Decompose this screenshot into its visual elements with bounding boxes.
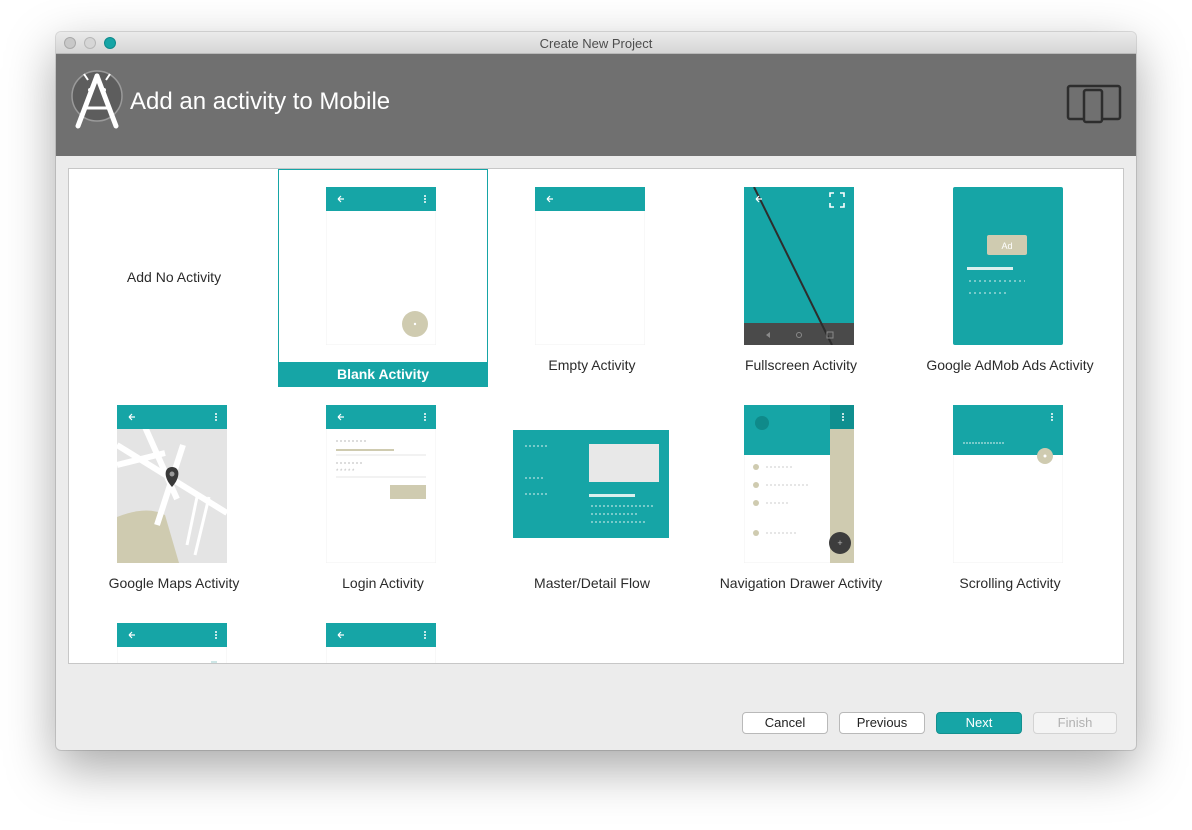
finish-button[interactable]: Finish bbox=[1033, 712, 1117, 734]
svg-text:* * * * *: * * * * * bbox=[336, 469, 355, 475]
tile-scrolling-activity[interactable]: Scrolling Activity bbox=[905, 387, 1115, 605]
tile-label: Fullscreen Activity bbox=[744, 357, 858, 373]
tile-login-activity[interactable]: * * * * * Login Activity bbox=[278, 387, 488, 605]
page-title: Add an activity to Mobile bbox=[130, 88, 391, 115]
previous-button[interactable]: Previous bbox=[839, 712, 925, 734]
tile-google-maps-activity[interactable]: Google Maps Activity bbox=[69, 387, 279, 605]
tile-partial-row3-col1[interactable] bbox=[69, 605, 279, 663]
svg-text:+: + bbox=[837, 538, 842, 548]
title-bar: Create New Project bbox=[56, 32, 1136, 54]
tile-label: Scrolling Activity bbox=[959, 575, 1061, 591]
tile-partial-row3-col2[interactable] bbox=[278, 605, 488, 663]
tile-label: Login Activity bbox=[342, 575, 424, 591]
phone-tablet-icon bbox=[1066, 84, 1122, 124]
partial-activity-thumbnail bbox=[326, 623, 436, 663]
navigation-drawer-thumbnail: + bbox=[744, 405, 854, 563]
tile-add-no-activity[interactable]: Add No Activity bbox=[69, 169, 279, 387]
wizard-header: Add an activity to Mobile bbox=[56, 54, 1136, 156]
tile-fullscreen-activity[interactable]: Fullscreen Activity bbox=[696, 169, 906, 387]
cancel-button[interactable]: Cancel bbox=[742, 712, 828, 734]
empty-activity-thumbnail bbox=[535, 187, 645, 345]
tile-navigation-drawer-activity[interactable]: + Navigation Drawer Activity bbox=[696, 387, 906, 605]
admob-activity-thumbnail: Ad bbox=[953, 187, 1063, 345]
tile-blank-activity[interactable]: Blank Activity bbox=[278, 169, 488, 387]
scrolling-activity-thumbnail bbox=[953, 405, 1063, 563]
android-studio-logo-icon bbox=[71, 70, 123, 129]
tile-label: Master/Detail Flow bbox=[534, 575, 650, 591]
activity-gallery[interactable]: Add No Activity Blank Activity Empty Act… bbox=[68, 168, 1124, 664]
create-new-project-window: Create New Project Add an activity to Mo… bbox=[56, 32, 1136, 750]
fullscreen-activity-thumbnail bbox=[744, 187, 854, 345]
blank-activity-thumbnail bbox=[326, 187, 436, 345]
window-title: Create New Project bbox=[539, 36, 653, 51]
maps-activity-thumbnail bbox=[117, 405, 227, 563]
tile-label: Empty Activity bbox=[548, 357, 636, 373]
tile-google-admob-ads-activity[interactable]: Ad Google AdMob Ads Activity bbox=[905, 169, 1115, 387]
tile-label: Add No Activity bbox=[126, 269, 222, 285]
login-activity-thumbnail: * * * * * bbox=[326, 405, 436, 563]
tile-label: Navigation Drawer Activity bbox=[719, 575, 883, 591]
tile-master-detail-flow[interactable]: Master/Detail Flow bbox=[487, 387, 697, 605]
tile-empty-activity[interactable]: Empty Activity bbox=[487, 169, 697, 387]
tile-label: Blank Activity bbox=[278, 362, 488, 386]
ad-thumb-text: Ad bbox=[1001, 241, 1012, 251]
tile-label: Google AdMob Ads Activity bbox=[926, 357, 1094, 373]
next-button[interactable]: Next bbox=[936, 712, 1022, 734]
partial-activity-thumbnail bbox=[117, 623, 227, 663]
master-detail-thumbnail bbox=[513, 430, 669, 538]
tile-label: Google Maps Activity bbox=[108, 575, 240, 591]
